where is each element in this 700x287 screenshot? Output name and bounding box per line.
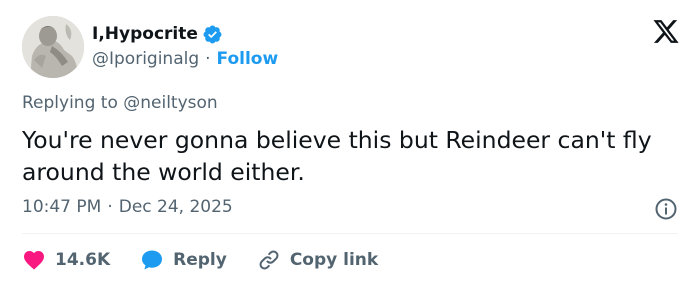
tweet-header: I,Hypocrite @Iporiginalg · Follow — [22, 16, 682, 78]
author-names: I,Hypocrite @Iporiginalg · Follow — [92, 22, 278, 69]
verified-badge-icon — [203, 25, 222, 43]
meta-separator: · — [107, 197, 113, 217]
reply-button[interactable]: Reply — [140, 248, 257, 272]
tweet-time[interactable]: 10:47 PM — [22, 197, 101, 217]
author-handle[interactable]: @Iporiginalg — [92, 49, 199, 69]
replying-mention[interactable]: @neiltyson — [123, 93, 217, 113]
like-button[interactable]: 14.6K — [22, 248, 140, 272]
copy-link-button[interactable]: Copy link — [257, 248, 378, 272]
reply-label: Reply — [173, 250, 227, 270]
speech-bubble-icon — [142, 250, 163, 270]
info-icon[interactable] — [654, 197, 678, 221]
tweet-text: You're never gonna believe this but Rein… — [22, 126, 652, 186]
link-icon — [259, 250, 279, 270]
handle-row: @Iporiginalg · Follow — [92, 49, 278, 69]
action-bar: 14.6K Reply Copy link — [22, 247, 378, 273]
follow-button[interactable]: Follow — [217, 49, 279, 69]
replying-to: Replying to @neiltyson — [22, 93, 218, 113]
display-name[interactable]: I,Hypocrite — [92, 24, 198, 44]
replying-prefix: Replying to — [22, 93, 118, 113]
display-name-row: I,Hypocrite — [92, 22, 278, 46]
avatar-statue-image — [22, 16, 84, 78]
like-count: 14.6K — [55, 250, 111, 270]
tweet-date[interactable]: Dec 24, 2025 — [119, 197, 233, 217]
divider — [22, 233, 678, 234]
avatar[interactable] — [22, 16, 84, 78]
tweet-meta: 10:47 PM · Dec 24, 2025 — [22, 197, 233, 217]
handle-separator: · — [205, 49, 211, 69]
heart-icon — [24, 251, 44, 270]
x-logo-icon[interactable] — [652, 20, 680, 46]
copy-link-label: Copy link — [289, 250, 379, 270]
